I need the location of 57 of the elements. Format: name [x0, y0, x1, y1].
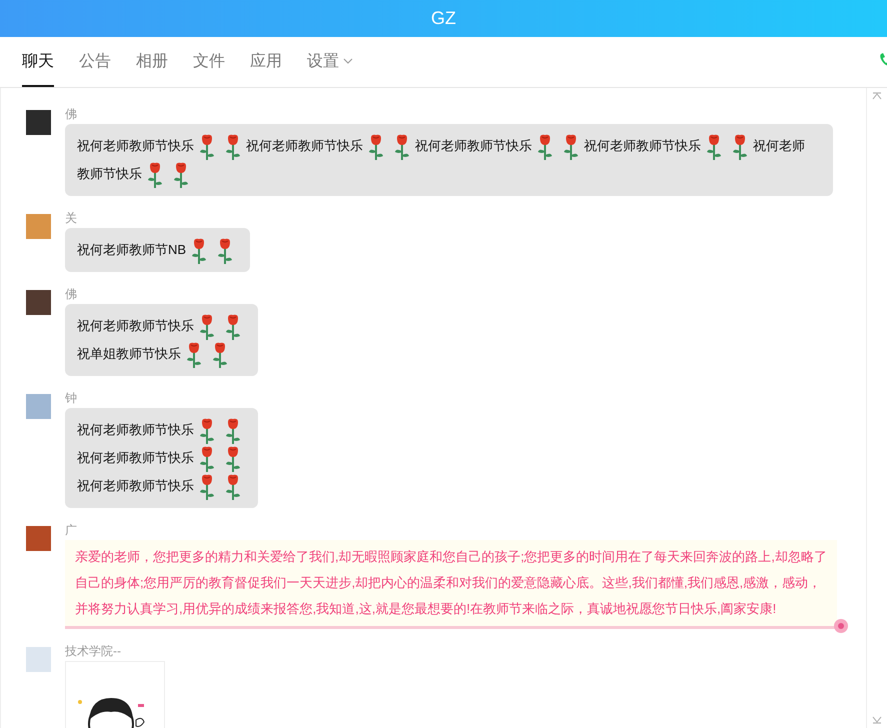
rose-icon — [191, 238, 208, 264]
sender-name: 佛 — [65, 286, 77, 302]
rose-icon — [394, 134, 410, 160]
rose-icon — [199, 134, 215, 160]
rose-icon — [173, 162, 189, 188]
rose-icon — [199, 418, 215, 444]
rose-icon — [225, 314, 241, 340]
rose-icon — [217, 238, 234, 264]
tab[interactable]: 文件 — [193, 37, 225, 87]
message-text: 祝何老师教师节快乐 — [77, 478, 194, 493]
tab[interactable]: 聊天 — [22, 37, 54, 87]
message-text: 祝何老师教师节快乐 — [77, 318, 194, 333]
tab[interactable]: 设置 — [307, 37, 353, 87]
window-title: GZ — [431, 8, 456, 29]
rose-icon — [147, 162, 163, 188]
sender-name: 广 — [65, 522, 77, 538]
rose-icon — [225, 474, 241, 500]
flower-icon — [833, 618, 849, 634]
avatar[interactable] — [26, 290, 51, 315]
rose-icon — [563, 134, 579, 160]
message-text: 祝何老师教师节快乐 — [77, 138, 194, 153]
scroll-up-icon[interactable] — [872, 92, 882, 100]
message-text: 祝何老师教师节快乐 — [77, 422, 194, 437]
message-text: 教师节快乐 — [77, 166, 142, 181]
message-text: 祝何老师教师节快乐 — [415, 138, 532, 153]
sender-name: 钟 — [65, 390, 77, 406]
message-text: 祝何老师 — [753, 138, 805, 153]
message-text: 亲爱的老师，您把更多的精力和关爱给了我们,却无暇照顾家庭和您自己的孩子;您把更多的时间用在了每天来回奔波的路上,却忽略了自己的身体;您用严厉的教育督促我们一天天进步,却把内心的温柔和对我们的爱意隐藏心底。这些,我们都懂,我们感恩,感激，感动，并将努力认真学习,用优异的成绩来报答您,我知道,这,就是您最想要的!在教师节来临之际，真诚地祝愿您节日快乐,阖家安康! — [75, 549, 827, 616]
message-text: 祝何老师教师节快乐 — [77, 450, 194, 465]
rose-icon — [368, 134, 384, 160]
rose-icon — [186, 342, 202, 368]
rose-icon — [212, 342, 228, 368]
sender-name: 技术学院-- — [65, 643, 121, 659]
message-text: 祝何老师教师节快乐 — [584, 138, 701, 153]
avatar[interactable] — [26, 214, 51, 239]
rose-icon — [225, 134, 241, 160]
sender-name: 佛 — [65, 106, 77, 122]
avatar[interactable] — [26, 110, 51, 135]
message-text: 祝何老师教师节快乐 — [246, 138, 363, 153]
rose-icon — [199, 474, 215, 500]
sender-name: 关 — [65, 210, 77, 226]
avatar[interactable] — [26, 647, 51, 672]
tab[interactable]: 应用 — [250, 37, 282, 87]
rose-icon — [706, 134, 722, 160]
message-text: 祝单姐教师节快乐 — [77, 346, 181, 361]
scroll-down-icon[interactable] — [872, 716, 882, 724]
rose-icon — [225, 418, 241, 444]
tab[interactable]: 相册 — [136, 37, 168, 87]
rose-icon — [732, 134, 748, 160]
message-text: 祝何老师教师节NB — [77, 242, 186, 257]
rose-icon — [199, 314, 215, 340]
avatar[interactable] — [26, 526, 51, 551]
tab[interactable]: 公告 — [79, 37, 111, 87]
rose-icon — [537, 134, 553, 160]
rose-icon — [199, 446, 215, 472]
avatar[interactable] — [26, 394, 51, 419]
rose-icon — [225, 446, 241, 472]
